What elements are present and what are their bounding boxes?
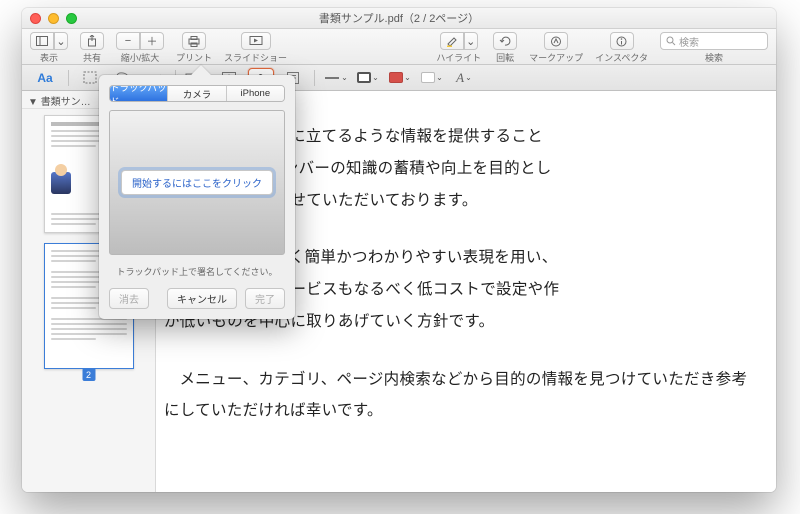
highlight-menu-button[interactable]: ⌄ — [464, 32, 478, 50]
font-style-button[interactable]: A⌄ — [451, 68, 477, 87]
rotate-icon — [499, 36, 511, 47]
border-color-button[interactable]: ⌄ — [355, 68, 381, 87]
view-menu-button[interactable]: ⌄ — [54, 32, 68, 50]
tab-iphone[interactable]: iPhone — [227, 86, 284, 101]
titlebar: 書類サンプル.pdf（2 / 2ページ） — [22, 8, 776, 29]
paragraph-3: メニュー、カテゴリ、ページ内検索などから目的の情報を見つけていただき参考にしてい… — [164, 364, 760, 428]
share-label: 共有 — [83, 51, 101, 64]
fill-color-button[interactable]: ⌄ — [387, 68, 413, 87]
markup-button[interactable] — [544, 32, 568, 50]
printer-icon — [188, 36, 200, 47]
text-style-button[interactable]: Aa — [30, 68, 60, 87]
trackpad-area[interactable]: 開始するにはここをクリック — [109, 110, 285, 255]
markup-icon — [550, 36, 562, 47]
view-label: 表示 — [40, 51, 58, 64]
zoom-label: 縮小/拡大 — [121, 51, 160, 64]
share-icon — [87, 35, 97, 47]
inspector-label: インスペクタ — [595, 51, 648, 64]
inspector-button[interactable] — [610, 32, 634, 50]
print-button[interactable] — [182, 32, 206, 50]
tab-trackpad[interactable]: トラックパッド — [110, 86, 168, 101]
shape-fill-button[interactable]: ⌄ — [419, 68, 445, 87]
minimize-button[interactable] — [48, 13, 59, 24]
search-input[interactable]: 検索 — [660, 32, 768, 50]
window-title: 書類サンプル.pdf（2 / 2ページ） — [22, 10, 776, 26]
highlight-button[interactable] — [440, 32, 464, 50]
sidebar-icon — [36, 36, 48, 46]
search-icon — [666, 36, 676, 46]
zoom-out-button[interactable]: − — [116, 32, 140, 50]
page-number-badge: 2 — [82, 368, 95, 381]
markup-label: マークアップ — [529, 51, 583, 64]
tab-camera[interactable]: カメラ — [168, 86, 226, 101]
signature-source-tabs: トラックパッド カメラ iPhone — [109, 85, 285, 102]
thumbnail-illustration — [51, 172, 71, 194]
slideshow-label: スライドショー — [224, 51, 287, 64]
window-controls — [30, 13, 77, 24]
share-button[interactable] — [80, 32, 104, 50]
highlighter-icon — [446, 36, 458, 47]
zoom-in-button[interactable]: ＋ — [140, 32, 164, 50]
main-toolbar: ⌄ 表示 共有 − ＋ 縮小/拡大 プリント スライドショー — [22, 29, 776, 65]
cancel-button[interactable]: キャンセル — [167, 288, 237, 309]
search-placeholder: 検索 — [679, 34, 699, 49]
search-label: 検索 — [705, 51, 723, 64]
print-label: プリント — [176, 51, 212, 64]
signature-popover: トラックパッド カメラ iPhone 開始するにはここをクリック トラックパッド… — [99, 75, 295, 319]
start-signature-button[interactable]: 開始するにはここをクリック — [121, 170, 273, 195]
clear-button[interactable]: 消去 — [109, 288, 149, 309]
highlight-label: ハイライト — [436, 51, 481, 64]
done-button[interactable]: 完了 — [245, 288, 285, 309]
signature-hint: トラックパッド上で署名してください。 — [99, 265, 295, 278]
slideshow-icon — [249, 36, 263, 46]
close-button[interactable] — [30, 13, 41, 24]
info-icon — [616, 36, 627, 47]
line-style-button[interactable]: ⌄ — [323, 68, 349, 87]
rotate-label: 回転 — [496, 51, 514, 64]
slideshow-button[interactable] — [241, 32, 271, 50]
view-button[interactable] — [30, 32, 54, 50]
zoom-button[interactable] — [66, 13, 77, 24]
rotate-button[interactable] — [493, 32, 517, 50]
